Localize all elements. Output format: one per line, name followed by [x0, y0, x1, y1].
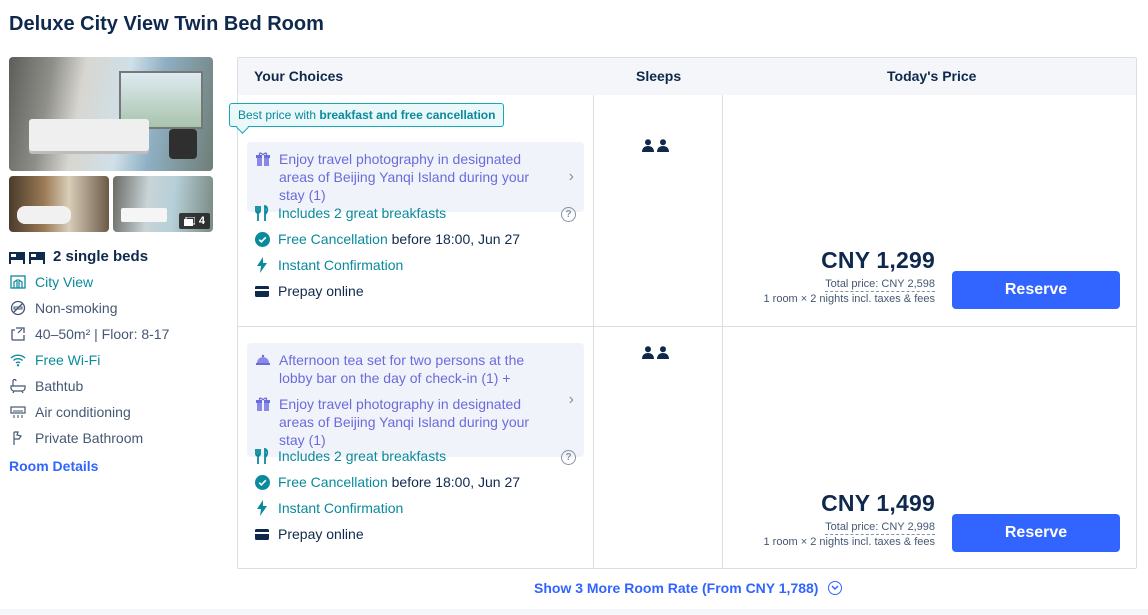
gift-icon: [256, 397, 270, 411]
facility-non-smoking: Non-smoking: [9, 299, 117, 317]
cancellation-feature: Free Cancellation before 18:00, Jun 27: [254, 231, 520, 247]
price-basis: 1 room × 2 nights incl. taxes & fees: [763, 536, 935, 548]
lightning-icon: [254, 500, 270, 516]
room-title: Deluxe City View Twin Bed Room: [9, 13, 324, 35]
chevron-right-icon[interactable]: ›: [569, 168, 574, 186]
air-conditioning-icon: [9, 403, 27, 421]
payment-feature: Prepay online: [254, 526, 364, 542]
single-beds-icon: [9, 251, 45, 264]
table-header: Your Choices Sleeps Today's Price: [238, 58, 1136, 95]
payment-feature: Prepay online: [254, 283, 364, 299]
total-price[interactable]: Total price: CNY 2,998: [825, 521, 935, 535]
header-sleeps: Sleeps: [636, 68, 682, 84]
check-circle-icon: [254, 231, 270, 247]
bed-info: 2 single beds: [9, 248, 148, 265]
column-divider: [593, 95, 594, 568]
rate-price-block: CNY 1,299 Total price: CNY 2,598 1 room …: [763, 247, 935, 307]
room-details-link[interactable]: Room Details: [9, 458, 98, 474]
show-more-rates-link[interactable]: Show 3 More Room Rate (From CNY 1,788): [534, 580, 843, 596]
breakfast-help-icon[interactable]: ?: [561, 450, 576, 465]
facility-air-conditioning: Air conditioning: [9, 403, 131, 421]
gallery-icon: [183, 216, 195, 226]
row-divider: [238, 326, 1136, 327]
breakfast-feature: Includes 2 great breakfasts: [254, 205, 446, 221]
column-divider: [722, 95, 723, 568]
instant-confirmation-feature: Instant Confirmation: [254, 257, 403, 273]
perk-item: Afternoon tea set for two persons at the…: [255, 351, 554, 387]
perks-box[interactable]: Enjoy travel photography in designated a…: [247, 142, 584, 212]
total-price[interactable]: Total price: CNY 2,598: [825, 278, 935, 292]
fork-knife-icon: [254, 448, 270, 464]
photo-count-badge[interactable]: 4: [178, 213, 210, 229]
private-bathroom-icon: [9, 429, 27, 447]
rates-table: Your Choices Sleeps Today's Price: [237, 57, 1137, 569]
facility-private-bathroom: Private Bathroom: [9, 429, 143, 447]
reserve-button[interactable]: Reserve: [952, 271, 1120, 309]
breakfast-help-icon[interactable]: ?: [561, 207, 576, 222]
rate-price-block: CNY 1,499 Total price: CNY 2,998 1 room …: [763, 490, 935, 550]
sleeps-two-adults: [642, 139, 669, 152]
reserve-button[interactable]: Reserve: [952, 514, 1120, 552]
cancellation-feature: Free Cancellation before 18:00, Jun 27: [254, 474, 520, 490]
perks-box[interactable]: Afternoon tea set for two persons at the…: [247, 343, 584, 457]
rate-price: CNY 1,299: [821, 247, 935, 273]
perk-item: Enjoy travel photography in designated a…: [255, 150, 554, 204]
facility-wifi: Free Wi-Fi: [9, 351, 100, 369]
lightning-icon: [254, 257, 270, 273]
credit-card-icon: [254, 283, 270, 299]
check-circle-icon: [254, 474, 270, 490]
city-view-icon: [9, 273, 27, 291]
bed-label: 2 single beds: [53, 248, 149, 265]
page-divider: [0, 609, 1148, 615]
facility-bathtub: Bathtub: [9, 377, 83, 395]
cloche-icon: [256, 354, 270, 365]
person-icon: [657, 346, 669, 359]
facility-room-size: 40–50m² | Floor: 8-17: [9, 325, 169, 343]
person-icon: [657, 139, 669, 152]
perk-item: Enjoy travel photography in designated a…: [255, 395, 554, 449]
gift-icon: [256, 152, 270, 166]
chevron-right-icon[interactable]: ›: [569, 391, 574, 409]
header-your-choices: Your Choices: [254, 68, 344, 84]
person-icon: [642, 346, 654, 359]
breakfast-feature: Includes 2 great breakfasts: [254, 448, 446, 464]
chevron-down-icon: [828, 581, 843, 595]
fork-knife-icon: [254, 205, 270, 221]
best-price-tag: Best price with breakfast and free cance…: [229, 103, 505, 127]
facility-city-view: City View: [9, 273, 93, 291]
room-photo-main[interactable]: [9, 57, 213, 171]
rate-price: CNY 1,499: [821, 490, 935, 516]
room-photo-bathroom[interactable]: [9, 176, 109, 232]
header-todays-price: Today's Price: [887, 68, 977, 84]
no-smoking-icon: [9, 299, 27, 317]
sleeps-two-adults: [642, 346, 669, 359]
photo-count: 4: [198, 215, 205, 227]
instant-confirmation-feature: Instant Confirmation: [254, 500, 403, 516]
person-icon: [642, 139, 654, 152]
bathtub-icon: [9, 377, 27, 395]
room-size-icon: [9, 325, 27, 343]
wifi-icon: [9, 351, 27, 369]
price-basis: 1 room × 2 nights incl. taxes & fees: [763, 293, 935, 305]
credit-card-icon: [254, 526, 270, 542]
room-photo-secondary[interactable]: 4: [113, 176, 213, 232]
